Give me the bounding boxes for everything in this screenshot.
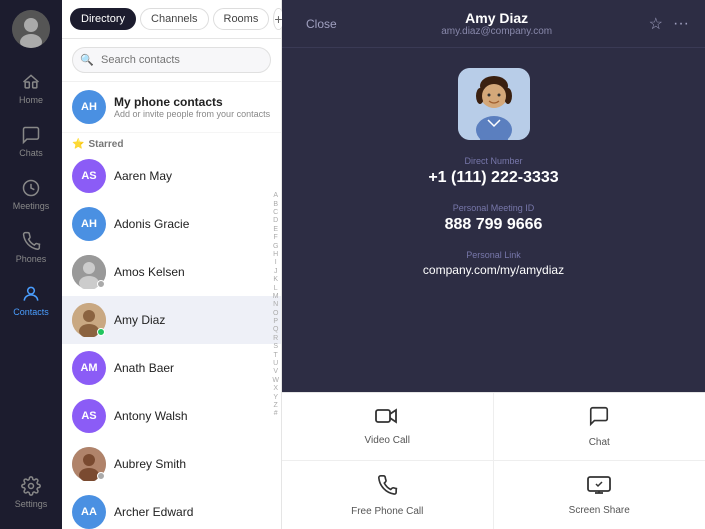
tab-channels[interactable]: Channels xyxy=(140,8,208,30)
contact-avatar-amos xyxy=(72,255,106,289)
detail-actions: Video Call Chat Free Phone Call xyxy=(282,392,705,529)
sidebar-nav: Home Chats Meetings Phones Contacts Sett… xyxy=(0,0,62,529)
screen-share-icon xyxy=(587,475,611,501)
contact-photo xyxy=(458,68,530,140)
phone-call-icon xyxy=(376,474,398,502)
tab-rooms[interactable]: Rooms xyxy=(213,8,270,30)
sidebar-item-home[interactable]: Home xyxy=(0,62,62,115)
directory-tabs: Directory Channels Rooms + xyxy=(62,0,281,39)
star-button[interactable]: ☆ xyxy=(649,14,663,34)
screen-share-button[interactable]: Screen Share xyxy=(494,461,705,529)
sidebar-item-chats[interactable]: Chats xyxy=(0,115,62,168)
meeting-id-block: Personal Meeting ID 888 799 9666 xyxy=(445,203,543,234)
my-phone-avatar: AH xyxy=(72,90,106,124)
direct-number-block: Direct Number +1 (111) 222-3333 xyxy=(428,156,558,187)
starred-section-label: ⭐ Starred xyxy=(62,133,281,152)
status-dot-amos xyxy=(97,280,105,288)
sidebar-item-contacts[interactable]: Contacts xyxy=(0,274,62,327)
tab-directory[interactable]: Directory xyxy=(70,8,136,30)
search-input[interactable] xyxy=(72,47,271,73)
chat-icon xyxy=(588,405,610,433)
more-options-button[interactable]: ··· xyxy=(673,15,689,33)
contact-row-anath[interactable]: AM Anath Baer xyxy=(62,344,281,392)
detail-body: Direct Number +1 (111) 222-3333 Personal… xyxy=(282,48,705,392)
star-icon: ⭐ xyxy=(72,139,84,150)
video-call-icon xyxy=(375,407,399,431)
detail-header: Close Amy Diaz amy.diaz@company.com ☆ ··… xyxy=(282,0,705,48)
contact-avatar-archer: AA xyxy=(72,495,106,529)
video-call-button[interactable]: Video Call xyxy=(282,393,494,461)
contact-avatar-antony: AS xyxy=(72,399,106,433)
search-bar: 🔍 xyxy=(62,39,281,82)
contact-row-aaren[interactable]: AS Aaren May xyxy=(62,152,281,200)
my-phone-contacts[interactable]: AH My phone contacts Add or invite peopl… xyxy=(62,82,281,133)
chat-button[interactable]: Chat xyxy=(494,393,705,461)
status-dot-amy xyxy=(97,328,105,336)
contact-row-amy[interactable]: Amy Diaz xyxy=(62,296,281,344)
contacts-list: AH My phone contacts Add or invite peopl… xyxy=(62,82,281,529)
personal-link-block: Personal Link company.com/my/amydiaz xyxy=(423,250,564,277)
directory-panel: Directory Channels Rooms + 🔍 AH My phone… xyxy=(62,0,282,529)
contact-avatar-anath: AM xyxy=(72,351,106,385)
contact-avatar-aubrey xyxy=(72,447,106,481)
contact-row-aubrey[interactable]: Aubrey Smith xyxy=(62,440,281,488)
contact-avatar-aaren: AS xyxy=(72,159,106,193)
contact-row-adonis[interactable]: AH Adonis Gracie xyxy=(62,200,281,248)
contact-detail-name: Amy Diaz xyxy=(345,10,649,26)
contact-avatar-amy xyxy=(72,303,106,337)
sidebar-item-meetings[interactable]: Meetings xyxy=(0,168,62,221)
contact-row-archer[interactable]: AA Archer Edward xyxy=(62,488,281,529)
free-phone-call-button[interactable]: Free Phone Call xyxy=(282,461,494,529)
contact-avatar-adonis: AH xyxy=(72,207,106,241)
close-button[interactable]: Close xyxy=(298,13,345,35)
sidebar-item-settings[interactable]: Settings xyxy=(0,466,62,519)
status-dot-aubrey xyxy=(97,472,105,480)
search-icon: 🔍 xyxy=(80,54,94,67)
user-avatar[interactable] xyxy=(12,10,50,48)
sidebar-item-phones[interactable]: Phones xyxy=(0,221,62,274)
contact-detail-panel: Close Amy Diaz amy.diaz@company.com ☆ ··… xyxy=(282,0,705,529)
contact-detail-email: amy.diaz@company.com xyxy=(345,26,649,37)
contact-row-amos[interactable]: Amos Kelsen xyxy=(62,248,281,296)
alphabet-bar[interactable]: AB CD EF GH IJ KL MN OP QR ST UV WX YZ # xyxy=(272,82,279,529)
contact-row-antony[interactable]: AS Antony Walsh xyxy=(62,392,281,440)
